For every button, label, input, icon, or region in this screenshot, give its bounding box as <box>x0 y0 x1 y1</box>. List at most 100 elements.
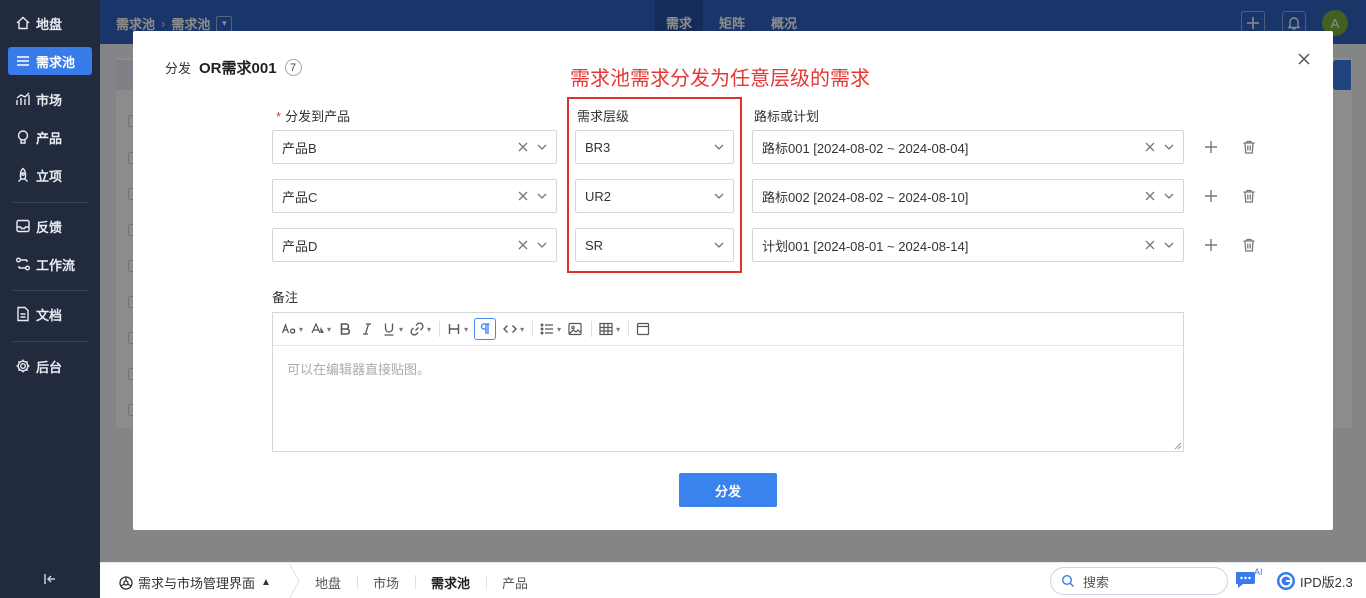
bottom-tab-divider <box>357 575 358 589</box>
chevron-down-icon <box>537 193 547 199</box>
sidebar-divider <box>12 290 88 291</box>
chevron-down-icon <box>1164 193 1174 199</box>
sidebar-item-admin[interactable]: 后台 <box>8 352 92 380</box>
font-color-button[interactable]: ▾ <box>309 318 331 340</box>
bottom-tab-product[interactable]: 产品 <box>502 573 528 592</box>
bold-button[interactable] <box>337 318 353 340</box>
version-label: IPD版2.3 <box>1300 574 1353 590</box>
sidebar-item-label: 市场 <box>36 92 63 108</box>
remark-label: 备注 <box>272 290 299 305</box>
sidebar-item-label: 地盘 <box>36 16 63 32</box>
layout-icon <box>637 322 650 336</box>
link-button[interactable]: ▾ <box>409 318 431 340</box>
sidebar-item-product[interactable]: 产品 <box>8 123 92 151</box>
roadmap-select[interactable]: 路标002 [2024-08-02 ~ 2024-08-10] <box>752 179 1184 213</box>
sidebar-item-label: 立项 <box>36 168 63 184</box>
image-button[interactable] <box>567 318 583 340</box>
rocket-icon <box>15 167 31 183</box>
clear-icon[interactable] <box>1143 140 1157 154</box>
collapse-sidebar-icon[interactable] <box>42 571 58 587</box>
chevron-down-icon <box>537 242 547 248</box>
roadmap-select-value: 路标001 [2024-08-02 ~ 2024-08-04] <box>762 140 969 156</box>
list-button[interactable]: ▾ <box>539 318 561 340</box>
app-icon <box>119 575 133 590</box>
bottom-tab-divider <box>415 575 416 589</box>
sidebar-item-market[interactable]: 市场 <box>8 85 92 113</box>
toolbar-divider <box>532 321 534 337</box>
document-icon <box>15 306 31 322</box>
bottom-tab-requirement-pool[interactable]: 需求池 <box>431 573 470 592</box>
sidebar-item-workflow[interactable]: 工作流 <box>8 250 92 278</box>
editor-placeholder[interactable]: 可以在编辑器直接贴图。 <box>287 359 430 378</box>
sidebar-item-label: 工作流 <box>36 257 76 273</box>
search-label: 搜索 <box>1083 574 1110 590</box>
sidebar: 地盘 需求池 市场 产品 立项 反馈 工作流 文档 后台 <box>0 0 100 598</box>
product-column-text: 分发到产品 <box>285 109 351 124</box>
app-switcher[interactable]: 需求与市场管理界面 ▲ <box>118 573 271 592</box>
roadmap-select[interactable]: 计划001 [2024-08-01 ~ 2024-08-14] <box>752 228 1184 262</box>
italic-icon <box>363 323 372 335</box>
requirement-name: OR需求001 <box>199 60 277 77</box>
clear-icon[interactable] <box>516 140 530 154</box>
clear-icon[interactable] <box>516 189 530 203</box>
close-icon[interactable] <box>1296 51 1312 67</box>
italic-button[interactable] <box>359 318 375 340</box>
layout-button[interactable] <box>635 318 651 340</box>
heading-button[interactable]: ▾ <box>446 318 468 340</box>
table-icon <box>599 322 613 336</box>
code-icon <box>503 325 518 333</box>
editor-toolbar: ▾ ▾ ▾ ▾ ▾ ▾ ▾ ▾ <box>273 313 1183 346</box>
distribute-dialog: 分发 OR需求001 7 需求池需求分发为任意层级的需求 * 分发到产品 需求层级… <box>133 31 1333 530</box>
toolbar-divider <box>628 321 630 337</box>
product-column-label: * 分发到产品 <box>276 106 350 125</box>
font-size-button[interactable]: ▾ <box>281 318 303 340</box>
inbox-icon <box>15 218 31 234</box>
paragraph-icon <box>480 323 490 334</box>
sidebar-divider <box>12 202 88 203</box>
resize-handle-icon[interactable] <box>1174 442 1182 450</box>
clear-icon[interactable] <box>516 238 530 252</box>
add-row-icon[interactable] <box>1203 237 1219 253</box>
trash-icon[interactable] <box>1241 188 1257 204</box>
dialog-title: 分发 OR需求001 7 <box>165 57 302 78</box>
sidebar-item-home[interactable]: 地盘 <box>8 9 92 37</box>
sidebar-item-project[interactable]: 立项 <box>8 161 92 189</box>
table-button[interactable]: ▾ <box>598 318 620 340</box>
bottom-tab-divider <box>486 575 487 589</box>
clear-icon[interactable] <box>1143 238 1157 252</box>
bottom-tab-home[interactable]: 地盘 <box>315 573 341 592</box>
sidebar-item-docs[interactable]: 文档 <box>8 300 92 328</box>
chart-icon <box>15 91 31 107</box>
sidebar-item-feedback[interactable]: 反馈 <box>8 212 92 240</box>
sidebar-item-label: 产品 <box>36 130 63 146</box>
dialog-kind: 分发 <box>165 61 192 76</box>
version-indicator[interactable]: IPD版2.3 <box>1276 571 1353 591</box>
underline-button[interactable]: ▾ <box>381 318 403 340</box>
chevron-down-icon <box>1164 144 1174 150</box>
trash-icon[interactable] <box>1241 139 1257 155</box>
required-mark: * <box>276 109 282 124</box>
distribute-button[interactable]: 分发 <box>679 473 777 507</box>
add-row-icon[interactable] <box>1203 188 1219 204</box>
bottom-tab-market[interactable]: 市场 <box>373 573 399 592</box>
sidebar-item-requirement-pool[interactable]: 需求池 <box>8 47 92 75</box>
gear-icon <box>15 358 31 374</box>
paragraph-button[interactable] <box>474 318 497 340</box>
code-button[interactable]: ▾ <box>502 318 524 340</box>
remark-editor: ▾ ▾ ▾ ▾ ▾ ▾ ▾ ▾ 可以在编辑器直接贴图。 <box>272 312 1184 452</box>
add-row-icon[interactable] <box>1203 139 1219 155</box>
bullet-list-icon <box>540 323 554 335</box>
roadmap-select[interactable]: 路标001 [2024-08-02 ~ 2024-08-04] <box>752 130 1184 164</box>
product-select-value: 产品B <box>282 140 317 156</box>
search-icon <box>1061 574 1074 587</box>
search-button[interactable]: 搜索 <box>1050 567 1228 595</box>
sidebar-item-label: 反馈 <box>36 219 63 235</box>
trash-icon[interactable] <box>1241 237 1257 253</box>
sidebar-item-label: 需求池 <box>36 54 76 70</box>
product-select[interactable]: 产品D <box>272 228 557 262</box>
ai-assistant-button[interactable]: AI <box>1234 567 1263 593</box>
product-select[interactable]: 产品C <box>272 179 557 213</box>
clear-icon[interactable] <box>1143 189 1157 203</box>
product-select[interactable]: 产品B <box>272 130 557 164</box>
bottom-taskbar: 需求与市场管理界面 ▲ 地盘 市场 需求池 产品 搜索 AI IPD版2.3 <box>100 562 1366 598</box>
